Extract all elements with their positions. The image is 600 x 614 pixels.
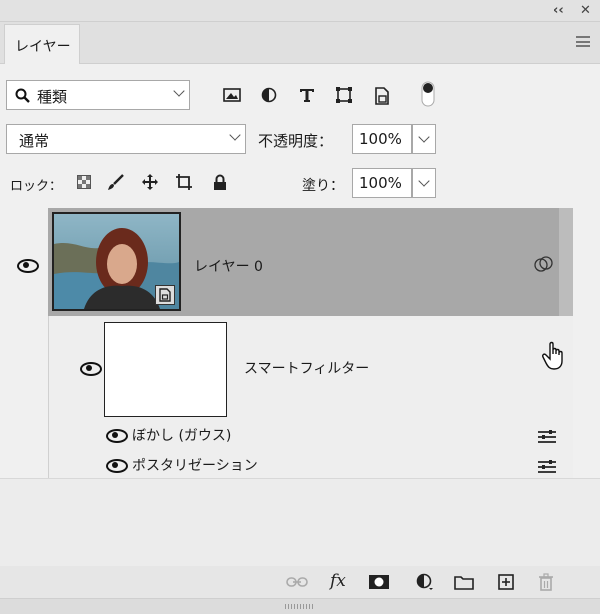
tab-layers-label: レイヤー: [15, 39, 71, 55]
delete-layer-trash-icon[interactable]: [536, 572, 556, 592]
opacity-value: 100%: [359, 130, 402, 148]
close-panel-button[interactable]: ✕: [580, 3, 591, 18]
chevron-down-icon: [418, 175, 430, 187]
layer-visibility-eye-icon[interactable]: [17, 259, 39, 273]
fill-input[interactable]: 100%: [352, 168, 412, 198]
filter-name-gaussian-blur[interactable]: ぼかし (ガウス): [132, 425, 231, 445]
layers-footer-toolbar: fx: [0, 566, 600, 598]
layer-name[interactable]: レイヤー 0: [194, 256, 263, 276]
chevron-down-icon: [173, 85, 185, 97]
panel-resize-strip[interactable]: [0, 598, 600, 614]
lock-artboard-crop-icon[interactable]: [174, 172, 194, 192]
lock-transparent-pixels-icon[interactable]: [76, 174, 92, 190]
pixel-layer-filter-icon[interactable]: [221, 86, 243, 104]
filter-kind-select[interactable]: 種類: [6, 80, 190, 110]
fill-value: 100%: [359, 174, 402, 192]
new-layer-icon[interactable]: [496, 573, 516, 591]
filter-blending-options-icon[interactable]: [537, 458, 557, 473]
shape-layer-filter-icon[interactable]: [333, 86, 355, 104]
adjustment-layer-filter-icon[interactable]: [259, 86, 279, 104]
opacity-input[interactable]: 100%: [352, 124, 412, 154]
filter-kind-value: 種類: [37, 88, 68, 106]
lock-image-pixels-brush-icon[interactable]: [106, 172, 126, 192]
new-group-folder-icon[interactable]: [453, 574, 475, 590]
panel-tab-bar: レイヤー: [0, 22, 600, 64]
filter-toggle-switch[interactable]: [420, 80, 436, 108]
type-layer-filter-icon[interactable]: [296, 86, 318, 104]
fill-label: 塗り：: [302, 178, 344, 194]
opacity-label: 不透明度：: [258, 132, 334, 150]
chevron-down-icon: [229, 129, 241, 141]
smart-filter-indicator-icon[interactable]: [533, 255, 555, 273]
hand-cursor-icon: [541, 341, 569, 371]
filter-visibility-eye-icon[interactable]: [106, 429, 128, 443]
smart-object-filter-icon[interactable]: [371, 86, 393, 106]
link-layers-icon[interactable]: [286, 574, 308, 590]
collapse-panel-button[interactable]: ‹‹: [553, 3, 564, 18]
layers-scrollbar[interactable]: [559, 208, 573, 316]
lock-position-move-icon[interactable]: [140, 172, 160, 192]
filter-visibility-eye-icon[interactable]: [106, 459, 128, 473]
smart-filters-visibility-eye-icon[interactable]: [80, 362, 102, 376]
smart-object-badge-icon: [155, 285, 175, 305]
panel-menu-icon[interactable]: [576, 36, 590, 47]
blend-mode-value: 通常: [19, 132, 50, 150]
filter-name-posterize[interactable]: ポスタリゼーション: [132, 455, 258, 475]
chevron-down-icon: [418, 131, 430, 143]
add-layer-style-fx-button[interactable]: fx: [330, 571, 346, 591]
smart-filter-mask-thumbnail[interactable]: [104, 322, 227, 417]
blend-mode-select[interactable]: 通常: [6, 124, 246, 154]
panel-title-strip: ‹‹ ✕: [0, 0, 600, 22]
layers-list-empty-area: [0, 478, 600, 566]
opacity-dropdown-button[interactable]: [412, 124, 436, 154]
layer-thumbnail: [52, 212, 181, 311]
search-icon: [15, 88, 30, 103]
lock-all-padlock-icon[interactable]: [211, 172, 229, 192]
filter-blending-options-icon[interactable]: [537, 428, 557, 443]
add-layer-mask-icon[interactable]: [368, 574, 390, 590]
new-adjustment-layer-icon[interactable]: [414, 572, 436, 592]
smart-filters-label[interactable]: スマートフィルター: [244, 358, 369, 378]
fill-dropdown-button[interactable]: [412, 168, 436, 198]
resize-grip[interactable]: [285, 604, 315, 609]
tab-layers[interactable]: レイヤー: [4, 24, 80, 64]
lock-label: ロック：: [10, 179, 63, 194]
